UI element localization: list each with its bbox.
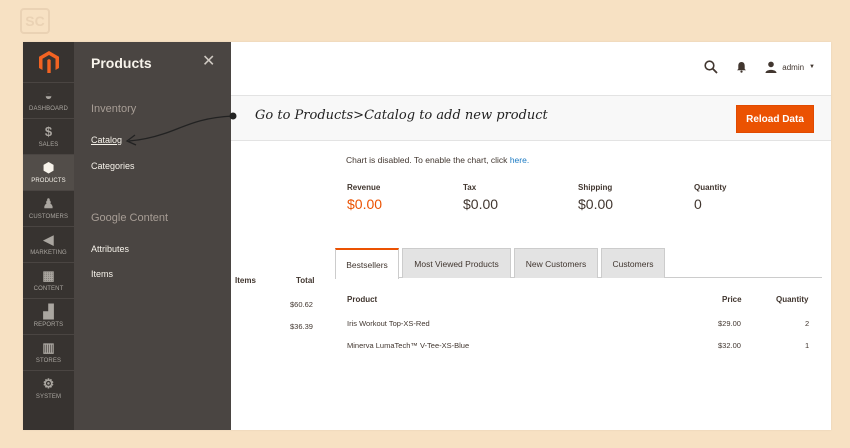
metric-label: Quantity [694, 183, 727, 192]
row-product[interactable]: Minerva LumaTech™ V-Tee-XS-Blue [347, 341, 469, 350]
column-header-items: Items [235, 276, 256, 285]
column-header-total: Total [296, 276, 315, 285]
tab-new-customers[interactable]: New Customers [514, 248, 598, 278]
tab-customers[interactable]: Customers [601, 248, 665, 278]
row-product[interactable]: Iris Workout Top-XS-Red [347, 319, 430, 328]
column-header-product: Product [347, 295, 378, 304]
metric-quantity: Quantity 0 [694, 183, 726, 212]
table-cell-total: $60.62 [290, 300, 313, 309]
metric-tax: Tax $0.00 [463, 183, 498, 212]
annotation-arrow [125, 112, 237, 146]
metric-value: 0 [694, 196, 702, 212]
column-header-quantity: Quantity [776, 295, 809, 304]
tab-bestsellers[interactable]: Bestsellers [335, 248, 399, 279]
metric-label: Revenue [347, 183, 381, 192]
row-price: $29.00 [718, 319, 741, 328]
metric-value: $0.00 [578, 196, 614, 212]
metric-label: Tax [463, 183, 477, 192]
column-header-price: Price [722, 295, 742, 304]
table-cell-total: $36.39 [290, 322, 313, 331]
enable-chart-link[interactable]: here. [510, 155, 529, 165]
metric-revenue: Revenue $0.00 [347, 183, 382, 212]
chart-disabled-message: Chart is disabled. To enable the chart, … [346, 155, 529, 165]
metric-value: $0.00 [463, 196, 499, 212]
annotation-text: Go to Products>Catalog to add new produc… [255, 108, 548, 123]
metric-label: Shipping [578, 183, 613, 192]
row-price: $32.00 [718, 341, 741, 350]
tab-most-viewed-products[interactable]: Most Viewed Products [402, 248, 511, 278]
dashboard-tabs: Bestsellers Most Viewed Products New Cus… [335, 248, 822, 279]
metric-shipping: Shipping $0.00 [578, 183, 613, 212]
admin-window: ◒ DASHBOARD $ SALES ⬢ PRODUCTS ♟ CUSTOME… [23, 42, 831, 430]
watermark-logo: SC [20, 8, 50, 34]
row-qty: 2 [805, 319, 810, 328]
chart-message-text: Chart is disabled. To enable the chart, … [346, 155, 508, 165]
metric-value: $0.00 [347, 196, 383, 212]
row-qty: 1 [805, 341, 810, 350]
